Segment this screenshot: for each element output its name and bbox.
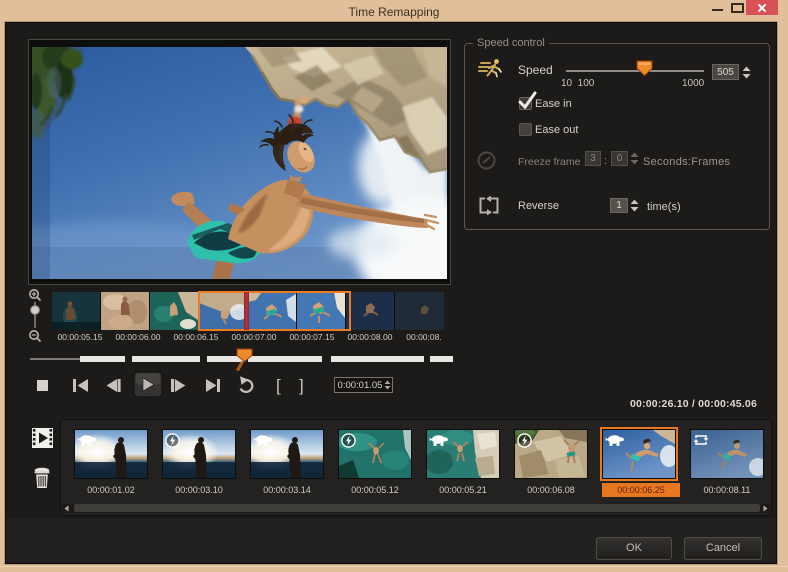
svg-text:[: [ [276, 376, 281, 395]
svg-text:]: ] [299, 376, 304, 395]
